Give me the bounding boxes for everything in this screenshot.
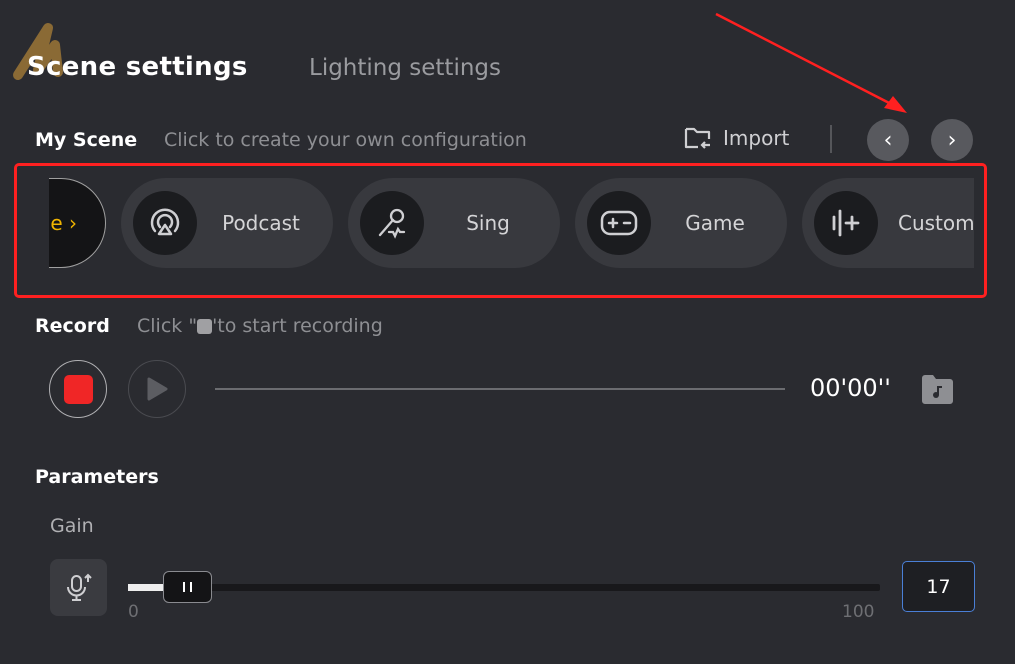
scene-item-sing[interactable]: Sing xyxy=(348,178,560,268)
gain-slider-fill xyxy=(128,584,168,591)
scene-label: Custom xyxy=(898,211,974,235)
stop-square-icon xyxy=(197,318,213,334)
chevron-right-icon: › xyxy=(947,127,957,153)
gain-label: Gain xyxy=(50,515,94,537)
music-folder-icon[interactable] xyxy=(920,372,956,406)
parameters-heading: Parameters xyxy=(35,466,159,488)
hint-prefix: Click " xyxy=(137,315,198,337)
scene-item-custom[interactable]: Custom xyxy=(802,178,974,268)
scene-label: Podcast xyxy=(222,211,300,235)
record-time: 00'00'' xyxy=(810,374,891,402)
record-button[interactable] xyxy=(49,360,107,418)
microphone-gain-icon xyxy=(66,573,92,601)
hint-suffix: 'to start recording xyxy=(212,315,383,337)
tab-lighting-settings[interactable]: Lighting settings xyxy=(309,55,501,81)
play-icon xyxy=(147,377,168,401)
stop-icon xyxy=(63,374,93,404)
gain-slider-thumb[interactable] xyxy=(163,571,212,603)
divider xyxy=(830,125,832,153)
scene-item-partial[interactable]: e › xyxy=(49,178,106,268)
gamepad-icon xyxy=(587,191,651,255)
partial-label: e xyxy=(50,211,63,235)
gain-value-input[interactable]: 17 xyxy=(902,561,975,612)
gain-max-label: 100 xyxy=(842,602,875,622)
scene-carousel: e › Podcast Sing Game Custom xyxy=(49,178,974,268)
gain-mic-button[interactable] xyxy=(50,559,107,616)
gain-slider-track[interactable] xyxy=(128,584,880,591)
folder-import-icon xyxy=(684,127,711,149)
scene-item-game[interactable]: Game xyxy=(575,178,787,268)
microphone-icon xyxy=(360,191,424,255)
playback-progress[interactable] xyxy=(215,388,785,390)
my-scene-heading: My Scene xyxy=(35,129,138,151)
chevron-left-icon: ‹ xyxy=(883,127,893,153)
scene-item-podcast[interactable]: Podcast xyxy=(121,178,333,268)
prev-button[interactable]: ‹ xyxy=(867,119,909,161)
record-heading: Record xyxy=(35,315,110,337)
next-button[interactable]: › xyxy=(931,119,973,161)
podcast-icon xyxy=(133,191,197,255)
scene-label: Sing xyxy=(466,211,510,235)
gain-min-label: 0 xyxy=(128,602,139,622)
custom-add-icon xyxy=(814,191,878,255)
chevron-right-icon: › xyxy=(69,211,77,235)
play-button[interactable] xyxy=(128,360,186,418)
tab-scene-settings[interactable]: Scene settings xyxy=(27,52,248,82)
import-button[interactable]: Import xyxy=(683,125,789,151)
my-scene-hint: Click to create your own configuration xyxy=(164,129,527,151)
scene-label: Game xyxy=(685,211,745,235)
import-label: Import xyxy=(723,126,790,150)
record-hint: Click " 'to start recording xyxy=(137,315,383,337)
